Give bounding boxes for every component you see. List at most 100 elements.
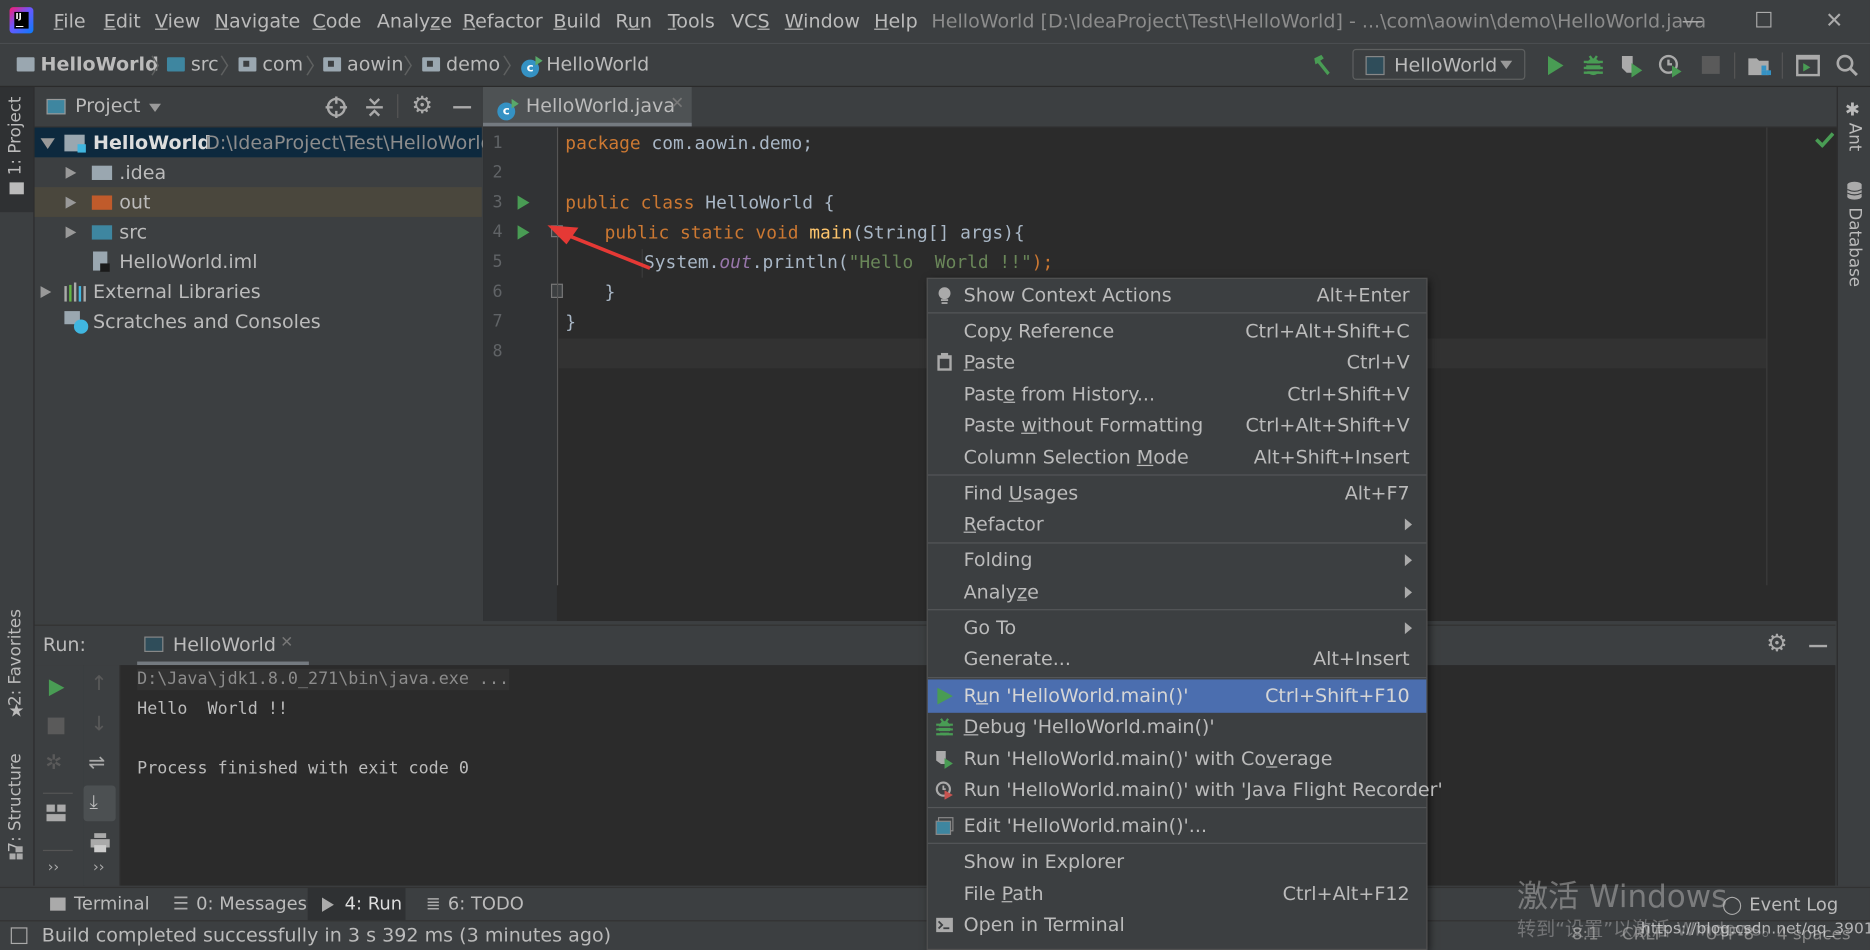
run-main-gutter-icon[interactable] [517,225,530,240]
menu-item-paste-without-formatting[interactable]: Paste without Formatting Ctrl+Alt+Shift+V [928,410,1427,441]
tree-node-out[interactable]: out [34,187,482,217]
rerun-icon[interactable] [45,677,66,698]
breadcrumb-class[interactable]: c HelloWorld [521,52,649,78]
tool-window-project-tab[interactable]: 1: Project [0,87,34,213]
restore-layout-icon[interactable] [45,803,66,822]
expand-arrow-icon[interactable] [65,166,77,179]
menu-item-file-path[interactable]: File Path Ctrl+Alt+F12 [928,878,1427,909]
menu-vcs[interactable]: VCS [731,10,769,33]
menu-item-run-with-coverage[interactable]: Run 'HelloWorld.main()' with Coverage [928,744,1427,775]
expand-arrow-icon[interactable] [65,196,77,209]
status-message[interactable]: Build completed successfully in 3 s 392 … [42,924,611,947]
stop-icon[interactable] [47,717,65,735]
menu-tools[interactable]: Tools [668,10,715,33]
tree-node-external-libraries[interactable]: External Libraries [35,277,482,307]
expand-arrow-icon[interactable] [40,286,52,298]
menu-item-refactor[interactable]: Refactor [928,509,1427,540]
tool-window-favorites-tab[interactable]: 2: Favorites ★ [0,600,33,731]
scroll-to-end-toggle[interactable]: ⤓ [83,785,116,822]
settings-gear-icon[interactable]: ⚙ [411,91,432,120]
run-tab-helloworld[interactable]: HelloWorld ✕ [137,626,309,666]
toggle-tool-windows-icon[interactable] [10,927,28,945]
settings-gear-icon[interactable]: ⚙ [1766,628,1787,657]
tool-tab-todo[interactable]: ≣ 6: TODO [426,893,524,914]
soft-wrap-icon[interactable]: ⇌ [88,751,105,775]
tree-node-iml-file[interactable]: HelloWorld.iml [35,247,482,277]
menu-item-find-usages[interactable]: Find Usages Alt+F7 [928,478,1427,509]
menu-file[interactable]: File [54,10,86,33]
chevron-down-icon[interactable] [149,103,162,113]
menu-item-edit-configuration[interactable]: Edit 'HelloWorld.main()'... [928,811,1427,842]
debug-icon[interactable] [1580,52,1606,78]
maximize-button[interactable]: ☐ [1746,7,1782,36]
tool-window-database-tab[interactable]: Database [1838,176,1870,287]
expand-arrow-icon[interactable] [65,226,77,239]
search-everywhere-icon[interactable] [1834,52,1860,78]
tree-node-src[interactable]: src [35,217,482,247]
arrow-down-icon[interactable]: ↓ [91,713,108,737]
hide-panel-icon[interactable] [453,106,472,109]
run-configuration-dropdown[interactable]: HelloWorld [1352,48,1526,80]
tool-window-structure-tab[interactable]: 7: Structure [0,749,33,880]
menu-item-show-context-actions[interactable]: Show Context Actions Alt+Enter [928,280,1427,311]
menu-item-debug-main[interactable]: Debug 'HelloWorld.main()' [928,712,1427,743]
no-problems-check-icon[interactable] [1815,131,1835,148]
menu-item-paste[interactable]: Paste Ctrl+V [928,347,1427,378]
menu-build[interactable]: Build [553,10,601,33]
print-icon[interactable] [89,832,110,853]
run-icon[interactable] [1542,52,1568,78]
tool-tab-messages[interactable]: ☰ 0: Messages [173,893,307,914]
console-command-line[interactable]: D:\Java\jdk1.8.0_271\bin\java.exe ... [137,668,510,691]
close-window-button[interactable]: ✕ [1816,7,1852,36]
run-anything-icon[interactable] [1795,52,1821,78]
menu-item-folding[interactable]: Folding [928,545,1427,576]
locate-file-icon[interactable] [324,95,348,119]
breadcrumb-src[interactable]: src [166,52,219,75]
build-hammer-icon[interactable] [1309,52,1335,78]
menu-item-open-in-terminal[interactable]: Open in Terminal [928,909,1427,940]
menu-window[interactable]: Window [785,10,860,33]
breadcrumb-aowin[interactable]: aowin [323,52,403,75]
arrow-up-icon[interactable]: ↑ [91,672,108,696]
editor-tab-helloworld-java[interactable]: c HelloWorld.java ✕ [483,87,692,127]
tree-node-idea[interactable]: .idea [35,157,482,187]
hide-panel-icon[interactable] [1809,644,1828,648]
menu-item-run-with-flight-recorder[interactable]: Run 'HelloWorld.main()' with 'Java Fligh… [928,775,1443,806]
menu-code[interactable]: Code [312,10,361,33]
run-class-gutter-icon[interactable] [517,195,530,210]
expand-arrow-icon[interactable] [40,138,55,149]
minimize-button[interactable]: — [1674,7,1710,36]
tree-node-project-root[interactable]: HelloWorld D:\IdeaProject\Test\HelloWorl… [34,127,493,158]
menu-run[interactable]: Run [615,10,652,33]
menu-item-paste-from-history[interactable]: Paste from History... Ctrl+Shift+V [928,379,1427,410]
close-tab-icon[interactable]: ✕ [280,634,293,652]
menu-item-show-in-explorer[interactable]: Show in Explorer [928,846,1427,877]
menu-edit[interactable]: Edit [104,10,141,33]
tool-window-ant-tab[interactable]: ✱ Ant [1838,92,1870,164]
menu-help[interactable]: Help [874,10,918,33]
tree-node-scratches[interactable]: Scratches and Consoles [35,306,482,336]
more-actions-icon[interactable]: ›› [48,858,59,875]
close-tab-icon[interactable]: ✕ [670,94,684,113]
menu-item-run-main[interactable]: Run 'HelloWorld.main()' Ctrl+Shift+F10 [927,679,1427,713]
breadcrumb-com[interactable]: com [238,52,303,75]
breadcrumb-demo[interactable]: demo [422,52,500,75]
more-actions-icon[interactable]: ›› [93,858,104,875]
menu-item-generate[interactable]: Generate... Alt+Insert [928,644,1427,675]
stop-icon[interactable] [1701,56,1720,74]
tool-tab-terminal[interactable]: Terminal [50,893,150,914]
run-with-coverage-icon[interactable] [1618,52,1644,78]
project-view-selector[interactable]: Project [75,94,140,117]
collapse-all-icon[interactable] [364,95,385,119]
menu-navigate[interactable]: Navigate [215,10,301,33]
menu-analyze[interactable]: Analyze [377,10,452,33]
menu-item-go-to[interactable]: Go To [928,613,1427,644]
menu-refactor[interactable]: Refactor [463,10,543,33]
tool-tab-run[interactable]: 4: Run [307,888,406,922]
breadcrumb-project[interactable]: HelloWorld [16,52,159,75]
project-structure-icon[interactable] [1746,52,1772,78]
menu-view[interactable]: View [155,10,200,33]
menu-item-column-selection-mode[interactable]: Column Selection Mode Alt+Shift+Insert [928,442,1427,473]
menu-item-analyze[interactable]: Analyze [928,577,1427,608]
profile-icon[interactable] [1658,52,1684,78]
